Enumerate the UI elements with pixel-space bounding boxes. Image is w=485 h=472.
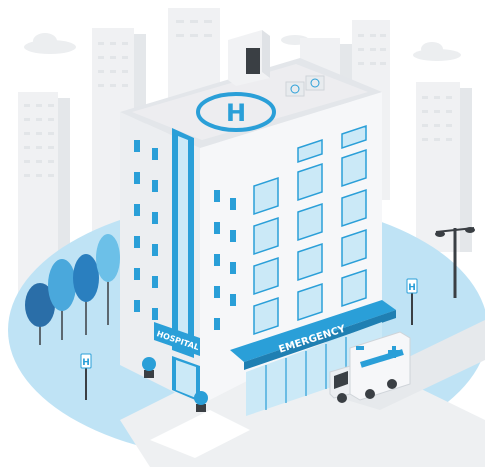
helipad-letter: H <box>226 99 246 127</box>
sign-right-letter: H <box>408 283 416 293</box>
sign-left-letter: H <box>82 358 90 368</box>
hospital-illustration: H H H EMERGENCY HOSPITAL <box>0 0 485 467</box>
